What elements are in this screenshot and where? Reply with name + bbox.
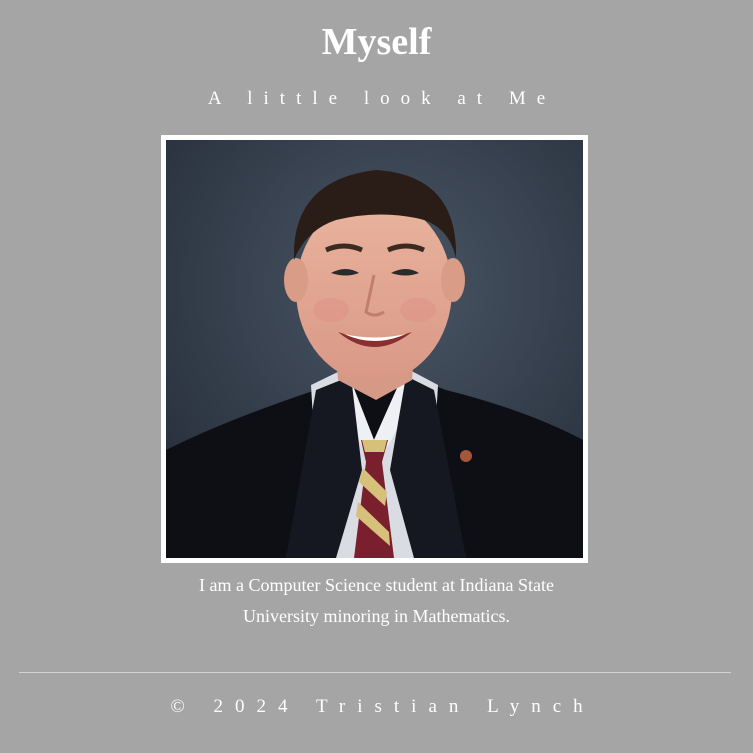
footer-divider xyxy=(19,672,731,673)
page-subtitle: A little look at Me xyxy=(207,88,557,109)
footer-copyright: © 2024 Tristian Lynch xyxy=(170,696,595,717)
page-title: Myself xyxy=(321,21,432,63)
bio-line: I am a Computer Science student at India… xyxy=(199,575,554,595)
bio-text: I am a Computer Science student at India… xyxy=(0,570,753,632)
profile-photo-frame xyxy=(161,135,588,563)
profile-photo xyxy=(166,140,583,558)
bio-line: University minoring in Mathematics. xyxy=(243,606,510,626)
